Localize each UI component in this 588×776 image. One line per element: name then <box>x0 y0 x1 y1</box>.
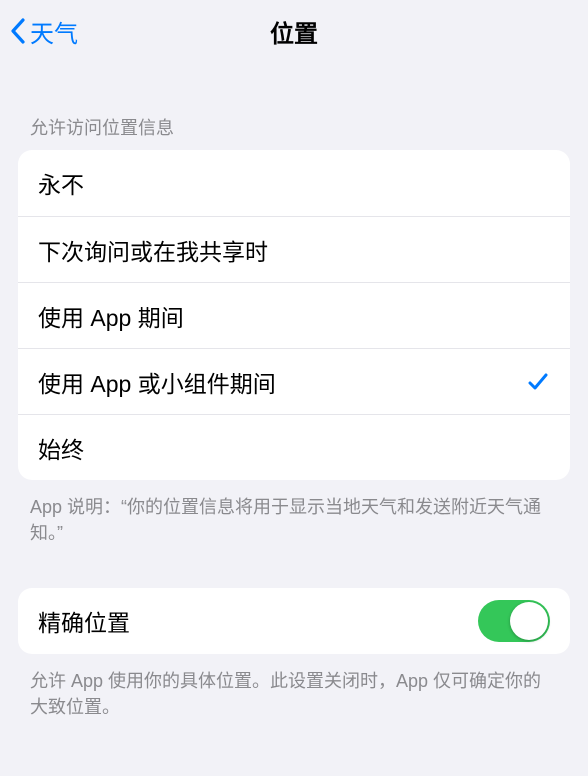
access-option[interactable]: 下次询问或在我共享时 <box>18 216 570 282</box>
precise-row[interactable]: 精确位置 <box>18 588 570 654</box>
section-header-access: 允许访问位置信息 <box>0 62 588 150</box>
page-title: 位置 <box>0 14 588 49</box>
access-options-group: 永不 下次询问或在我共享时 使用 App 期间 使用 App 或小组件期间 始终 <box>18 150 570 480</box>
access-option-label: 使用 App 期间 <box>38 299 184 333</box>
access-option-label: 永不 <box>38 166 84 200</box>
check-icon <box>526 370 550 394</box>
access-option-label: 使用 App 或小组件期间 <box>38 365 276 399</box>
precise-switch[interactable] <box>478 600 550 642</box>
precise-group: 精确位置 <box>18 588 570 654</box>
precise-footer: 允许 App 使用你的具体位置。此设置关闭时，App 仅可确定你的大致位置。 <box>0 654 588 720</box>
access-option[interactable]: 永不 <box>18 150 570 216</box>
nav-bar: 天气 位置 <box>0 0 588 62</box>
back-button[interactable]: 天气 <box>0 14 78 49</box>
access-footer: App 说明：“你的位置信息将用于显示当地天气和发送附近天气通知。” <box>0 480 588 546</box>
access-option[interactable]: 始终 <box>18 414 570 480</box>
access-option[interactable]: 使用 App 期间 <box>18 282 570 348</box>
access-option[interactable]: 使用 App 或小组件期间 <box>18 348 570 414</box>
precise-label: 精确位置 <box>38 604 130 638</box>
chevron-left-icon <box>10 18 26 44</box>
access-option-label: 始终 <box>38 431 84 465</box>
switch-knob <box>510 602 548 640</box>
back-label: 天气 <box>30 14 78 49</box>
access-option-label: 下次询问或在我共享时 <box>38 233 268 267</box>
